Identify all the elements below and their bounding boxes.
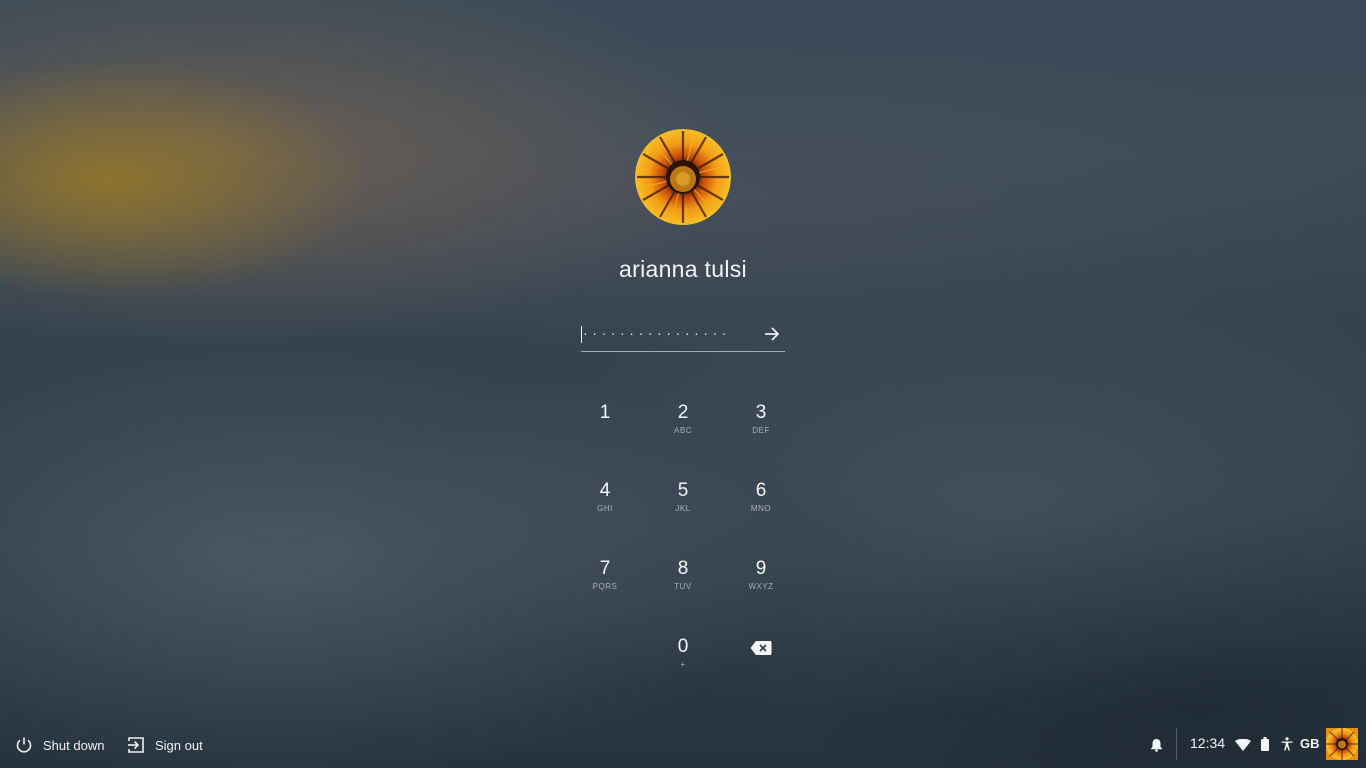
language-indicator[interactable]: GB	[1300, 736, 1320, 751]
tray-user-avatar[interactable]	[1326, 728, 1358, 760]
keypad-key-4[interactable]: 4 GHI	[575, 480, 635, 540]
sign-out-icon	[128, 737, 144, 753]
password-masked-value: ················	[583, 325, 732, 341]
key-digit: 8	[677, 558, 689, 579]
key-digit: 7	[599, 558, 611, 579]
key-digit: 3	[755, 402, 767, 423]
signout-button[interactable]: Sign out	[127, 734, 203, 756]
key-digit: 9	[755, 558, 767, 579]
key-digit: 4	[599, 480, 611, 501]
key-letters: JKL	[675, 504, 691, 513]
lock-screen: arianna tulsi ················ 1 2 ABC 3…	[0, 0, 1366, 768]
keypad-key-8[interactable]: 8 TUV	[653, 558, 713, 618]
clock[interactable]: 12:34	[1190, 735, 1225, 751]
tray-divider	[1176, 728, 1177, 760]
signout-label: Sign out	[155, 737, 203, 753]
key-letters: TUV	[674, 582, 692, 591]
keypad-key-5[interactable]: 5 JKL	[653, 480, 713, 540]
shutdown-label: Shut down	[43, 737, 105, 753]
arrow-right-icon	[765, 327, 780, 341]
wifi-icon[interactable]	[1235, 738, 1251, 756]
key-letters: WXYZ	[748, 582, 774, 591]
key-letters: MNO	[750, 504, 772, 513]
flower-image-icon	[635, 129, 731, 225]
key-letters: PQRS	[592, 582, 618, 591]
text-caret	[581, 326, 582, 343]
key-letters: DEF	[752, 426, 770, 435]
keypad-key-6[interactable]: 6 MNO	[731, 480, 791, 540]
key-digit: 2	[677, 402, 689, 423]
accessibility-icon[interactable]	[1281, 737, 1293, 756]
power-icon	[16, 737, 32, 753]
backspace-icon	[750, 641, 772, 655]
key-digit: 0	[677, 636, 689, 657]
keypad-key-2[interactable]: 2 ABC	[653, 402, 713, 462]
shutdown-button[interactable]: Shut down	[15, 734, 104, 756]
password-field[interactable]: ················	[581, 322, 785, 352]
key-letters: +	[680, 660, 686, 669]
key-digit: 6	[755, 480, 767, 501]
flower-image-icon	[1326, 728, 1358, 760]
keypad-key-7[interactable]: 7 PQRS	[575, 558, 635, 618]
user-name: arianna tulsi	[619, 256, 747, 282]
backspace-button[interactable]	[750, 640, 772, 656]
keypad-key-0[interactable]: 0 +	[653, 636, 713, 696]
submit-arrow-button[interactable]	[763, 325, 781, 343]
battery-icon[interactable]	[1261, 737, 1269, 756]
key-digit: 1	[599, 402, 611, 423]
keypad-key-1[interactable]: 1	[575, 402, 635, 462]
key-digit: 5	[677, 480, 689, 501]
keypad-key-9[interactable]: 9 WXYZ	[731, 558, 791, 618]
user-avatar[interactable]	[635, 129, 731, 225]
keypad-key-3[interactable]: 3 DEF	[731, 402, 791, 462]
key-letters: ABC	[674, 426, 692, 435]
key-letters: GHI	[597, 504, 613, 513]
notification-bell-icon[interactable]	[1150, 738, 1163, 757]
